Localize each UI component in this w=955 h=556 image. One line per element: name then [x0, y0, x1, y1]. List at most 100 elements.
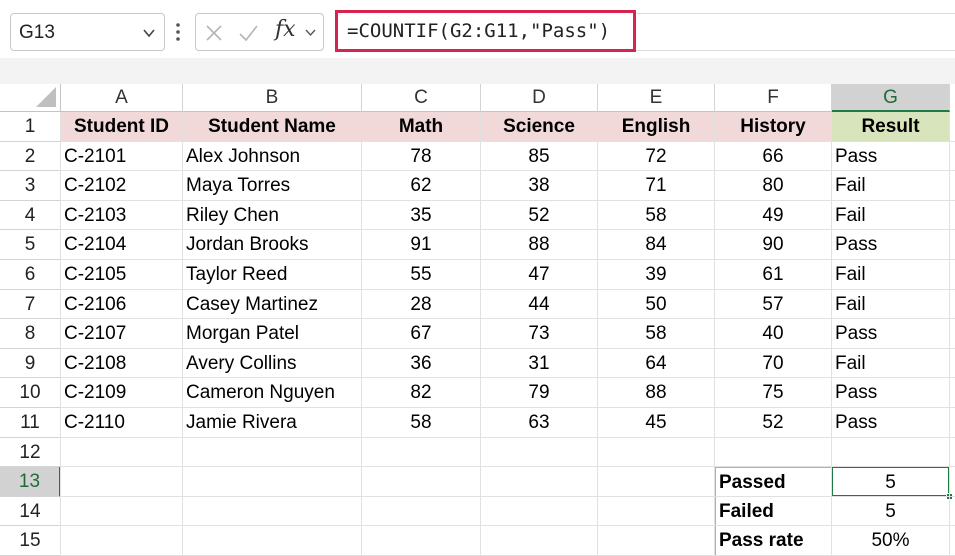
column-header-c[interactable]: C	[362, 84, 481, 112]
row-header-12[interactable]: 12	[0, 437, 61, 468]
table-cell[interactable]: C-2106	[61, 289, 183, 320]
enter-check-icon[interactable]	[238, 23, 258, 43]
column-header-a[interactable]: A	[61, 84, 183, 112]
table-cell[interactable]: C-2108	[61, 348, 183, 379]
table-header-cell[interactable]: History	[715, 112, 832, 142]
table-cell[interactable]: Morgan Patel	[183, 319, 362, 349]
row-header-4[interactable]: 4	[0, 200, 61, 231]
column-header-g[interactable]: G	[832, 84, 950, 112]
table-header-cell[interactable]: Student ID	[61, 112, 183, 142]
table-cell[interactable]: 91	[362, 230, 481, 260]
table-cell[interactable]: 58	[598, 319, 715, 349]
table-cell[interactable]: Fail	[832, 260, 950, 290]
table-cell[interactable]: 71	[598, 171, 715, 201]
more-options-icon[interactable]	[173, 20, 183, 44]
row-header-10[interactable]: 10	[0, 378, 61, 408]
table-cell[interactable]: Alex Johnson	[183, 141, 362, 172]
table-cell[interactable]: 31	[481, 348, 598, 379]
table-cell[interactable]: 82	[362, 378, 481, 408]
row-header-8[interactable]: 8	[0, 319, 61, 349]
select-all-corner[interactable]	[0, 84, 61, 112]
table-header-cell[interactable]: Science	[481, 112, 598, 142]
table-cell[interactable]: C-2103	[61, 200, 183, 231]
table-cell[interactable]: 62	[362, 171, 481, 201]
table-cell[interactable]: 35	[362, 200, 481, 231]
summary-value[interactable]: 5	[832, 496, 950, 527]
table-cell[interactable]: 58	[362, 408, 481, 438]
table-cell[interactable]: Pass	[832, 141, 950, 172]
summary-label[interactable]: Pass rate	[715, 526, 832, 556]
chevron-down-icon[interactable]	[142, 26, 156, 40]
table-cell[interactable]: 84	[598, 230, 715, 260]
table-cell[interactable]: 36	[362, 348, 481, 379]
table-cell[interactable]: 85	[481, 141, 598, 172]
table-cell[interactable]: 80	[715, 171, 832, 201]
table-cell[interactable]: 40	[715, 319, 832, 349]
table-cell[interactable]: 88	[598, 378, 715, 408]
summary-label[interactable]: Passed	[715, 467, 832, 497]
table-cell[interactable]: C-2110	[61, 408, 183, 438]
table-cell[interactable]: 58	[598, 200, 715, 231]
table-cell[interactable]: 70	[715, 348, 832, 379]
row-header-2[interactable]: 2	[0, 141, 61, 172]
table-cell[interactable]: Pass	[832, 408, 950, 438]
column-header-f[interactable]: F	[715, 84, 832, 112]
table-cell[interactable]: 75	[715, 378, 832, 408]
table-cell[interactable]: 73	[481, 319, 598, 349]
column-header-d[interactable]: D	[481, 84, 598, 112]
cancel-icon[interactable]	[204, 23, 224, 43]
table-cell[interactable]: 39	[598, 260, 715, 290]
row-header-7[interactable]: 7	[0, 289, 61, 320]
table-cell[interactable]: Pass	[832, 230, 950, 260]
formula-input[interactable]: =COUNTIF(G2:G11,"Pass")	[335, 10, 636, 52]
row-header-1[interactable]: 1	[0, 112, 61, 142]
table-cell[interactable]: 47	[481, 260, 598, 290]
table-cell[interactable]: 63	[481, 408, 598, 438]
row-header-3[interactable]: 3	[0, 171, 61, 201]
row-header-11[interactable]: 11	[0, 408, 61, 438]
table-cell[interactable]: 78	[362, 141, 481, 172]
table-cell[interactable]: Pass	[832, 378, 950, 408]
table-cell[interactable]: 57	[715, 289, 832, 320]
summary-value[interactable]: 50%	[832, 526, 950, 556]
row-header-6[interactable]: 6	[0, 260, 61, 290]
table-cell[interactable]: 72	[598, 141, 715, 172]
table-cell[interactable]: C-2109	[61, 378, 183, 408]
table-cell[interactable]: Maya Torres	[183, 171, 362, 201]
table-cell[interactable]: Casey Martinez	[183, 289, 362, 320]
table-cell[interactable]: 52	[715, 408, 832, 438]
summary-label[interactable]: Failed	[715, 496, 832, 527]
table-cell[interactable]: 67	[362, 319, 481, 349]
table-cell[interactable]: Taylor Reed	[183, 260, 362, 290]
table-cell[interactable]: 38	[481, 171, 598, 201]
table-header-cell[interactable]: English	[598, 112, 715, 142]
table-header-cell[interactable]: Student Name	[183, 112, 362, 142]
table-header-cell[interactable]: Result	[832, 112, 950, 142]
table-cell[interactable]: C-2102	[61, 171, 183, 201]
row-header-14[interactable]: 14	[0, 496, 61, 527]
table-cell[interactable]: 55	[362, 260, 481, 290]
table-cell[interactable]: 49	[715, 200, 832, 231]
table-cell[interactable]: C-2105	[61, 260, 183, 290]
table-cell[interactable]: 66	[715, 141, 832, 172]
row-header-5[interactable]: 5	[0, 230, 61, 260]
table-cell[interactable]: 52	[481, 200, 598, 231]
table-cell[interactable]: C-2104	[61, 230, 183, 260]
table-cell[interactable]: 50	[598, 289, 715, 320]
table-cell[interactable]: Fail	[832, 348, 950, 379]
table-cell[interactable]: C-2107	[61, 319, 183, 349]
insert-function-icon[interactable]: fx	[275, 17, 296, 42]
table-cell[interactable]: C-2101	[61, 141, 183, 172]
row-header-13[interactable]: 13	[0, 467, 61, 497]
formula-input-extension[interactable]	[636, 13, 955, 51]
table-cell[interactable]: Fail	[832, 171, 950, 201]
table-cell[interactable]: Cameron Nguyen	[183, 378, 362, 408]
table-header-cell[interactable]: Math	[362, 112, 481, 142]
table-cell[interactable]: Avery Collins	[183, 348, 362, 379]
table-cell[interactable]: 44	[481, 289, 598, 320]
column-header-e[interactable]: E	[598, 84, 715, 112]
row-header-9[interactable]: 9	[0, 348, 61, 379]
table-cell[interactable]: 64	[598, 348, 715, 379]
table-cell[interactable]: Jordan Brooks	[183, 230, 362, 260]
row-header-15[interactable]: 15	[0, 526, 61, 556]
